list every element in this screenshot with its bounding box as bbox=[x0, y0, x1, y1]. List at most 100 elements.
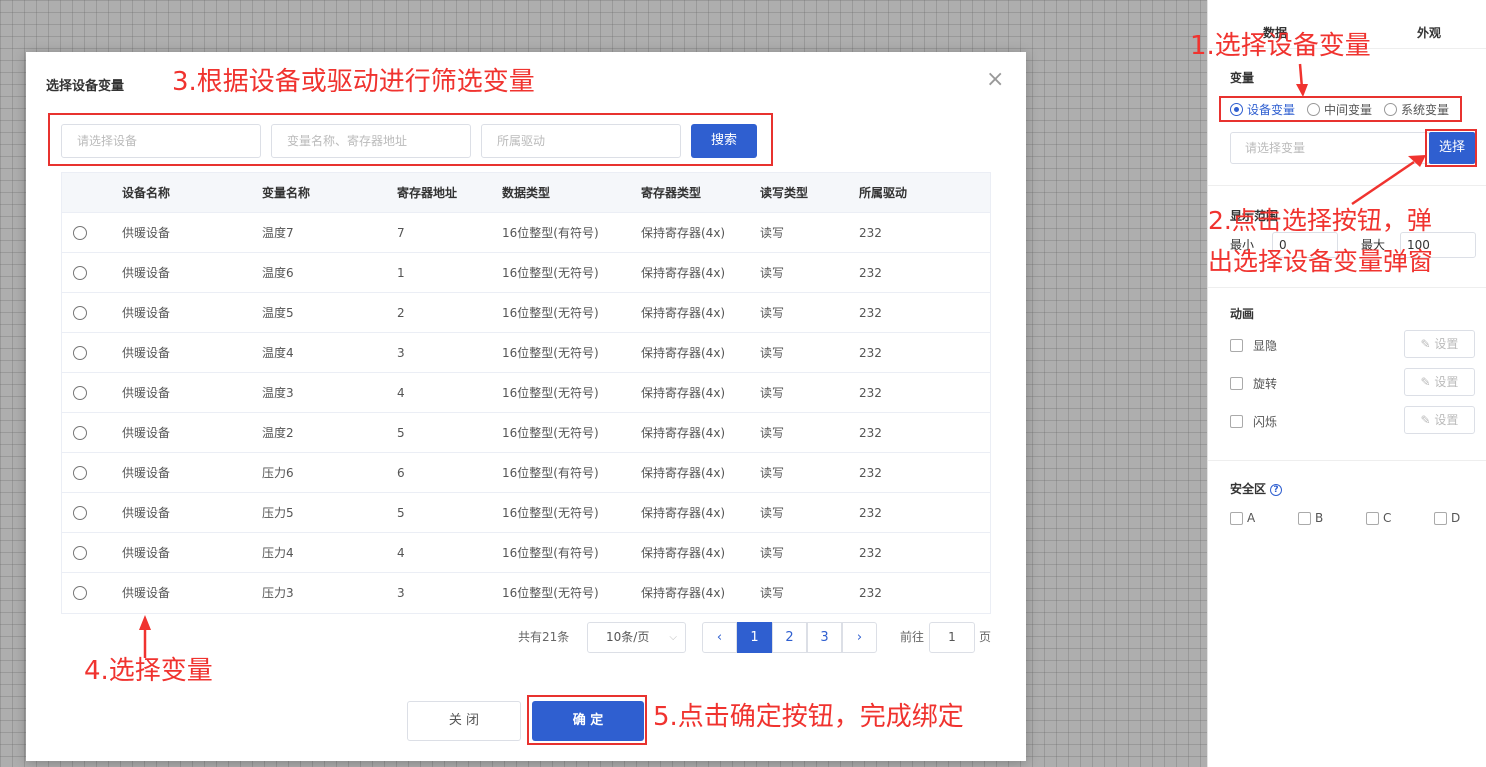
checkbox-icon[interactable] bbox=[1230, 377, 1243, 390]
page-1-button[interactable]: 1 bbox=[737, 622, 772, 653]
variable-table: 设备名称 变量名称 寄存器地址 数据类型 寄存器类型 读写类型 所属驱动 供暖设备 温度7 7 1… bbox=[61, 172, 991, 614]
table-cell: 读写 bbox=[760, 506, 785, 520]
row-radio-icon[interactable] bbox=[73, 506, 87, 520]
annotation-box-select bbox=[1425, 129, 1477, 167]
safe-zone-options: A B C D bbox=[1230, 511, 1486, 525]
safe-option-c[interactable]: C bbox=[1366, 511, 1434, 525]
table-row[interactable]: 供暖设备 温度3 4 16位整型(无符号) 保持寄存器(4x) 读写 232 bbox=[62, 373, 990, 413]
table-row[interactable]: 供暖设备 温度6 1 16位整型(无符号) 保持寄存器(4x) 读写 232 bbox=[62, 253, 990, 293]
annotation-step2-line2: 出选择设备变量弹窗 bbox=[1208, 247, 1434, 276]
table-cell: 232 bbox=[859, 466, 882, 480]
table-row[interactable]: 供暖设备 温度4 3 16位整型(无符号) 保持寄存器(4x) 读写 232 bbox=[62, 333, 990, 373]
table-cell: 压力5 bbox=[262, 506, 294, 520]
column-header: 数据类型 bbox=[502, 186, 551, 200]
table-cell: 3 bbox=[397, 346, 405, 360]
checkbox-icon[interactable] bbox=[1366, 511, 1379, 525]
table-cell: 232 bbox=[859, 546, 882, 560]
table-cell: 16位整型(无符号) bbox=[502, 346, 599, 360]
checkbox-icon[interactable] bbox=[1230, 339, 1243, 352]
column-header: 所属驱动 bbox=[859, 186, 908, 200]
help-icon[interactable]: ? bbox=[1270, 483, 1283, 496]
table-cell: 232 bbox=[859, 266, 882, 280]
checkbox-icon[interactable] bbox=[1298, 511, 1311, 525]
table-row[interactable]: 供暖设备 温度2 5 16位整型(无符号) 保持寄存器(4x) 读写 232 bbox=[62, 413, 990, 453]
table-cell: 读写 bbox=[760, 306, 785, 320]
table-cell: 温度6 bbox=[262, 266, 294, 280]
table-row[interactable]: 供暖设备 压力3 3 16位整型(无符号) 保持寄存器(4x) 读写 232 bbox=[62, 573, 990, 613]
goto-page-input[interactable]: 1 bbox=[929, 622, 975, 653]
table-cell: 7 bbox=[397, 226, 405, 240]
column-header: 设备名称 bbox=[122, 186, 171, 200]
row-radio-icon[interactable] bbox=[73, 586, 87, 600]
animation-section-title: 动画 bbox=[1230, 307, 1255, 321]
blink-settings-button[interactable]: ✎ 设置 bbox=[1404, 406, 1475, 434]
row-radio-icon[interactable] bbox=[73, 466, 87, 480]
table-cell: 16位整型(有符号) bbox=[502, 226, 599, 240]
row-radio-icon[interactable] bbox=[73, 386, 87, 400]
safe-option-b[interactable]: B bbox=[1298, 511, 1366, 525]
table-cell: 16位整型(无符号) bbox=[502, 506, 599, 520]
table-row[interactable]: 供暖设备 温度7 7 16位整型(有符号) 保持寄存器(4x) 读写 232 bbox=[62, 213, 990, 253]
checkbox-icon[interactable] bbox=[1230, 511, 1243, 525]
tab-appearance[interactable]: 外观 bbox=[1417, 24, 1441, 41]
row-radio-icon[interactable] bbox=[73, 346, 87, 360]
annotation-step3: 3.根据设备或驱动进行筛选变量 bbox=[172, 67, 535, 97]
column-header: 寄存器类型 bbox=[641, 186, 702, 200]
close-button[interactable]: 关 闭 bbox=[407, 701, 521, 741]
checkbox-icon[interactable] bbox=[1230, 415, 1243, 428]
prev-page-button[interactable]: ‹ bbox=[702, 622, 737, 653]
table-header: 设备名称 变量名称 寄存器地址 数据类型 寄存器类型 读写类型 所属驱动 bbox=[62, 173, 990, 213]
table-cell: 供暖设备 bbox=[122, 226, 171, 240]
row-radio-icon[interactable] bbox=[73, 266, 87, 280]
table-cell: 读写 bbox=[760, 546, 785, 560]
section-divider bbox=[1208, 185, 1486, 186]
row-radio-icon[interactable] bbox=[73, 306, 87, 320]
table-cell: 16位整型(无符号) bbox=[502, 306, 599, 320]
table-cell: 232 bbox=[859, 506, 882, 520]
table-cell: 保持寄存器(4x) bbox=[641, 466, 726, 480]
row-radio-icon[interactable] bbox=[73, 426, 87, 440]
annotation-box-confirm bbox=[527, 695, 647, 745]
table-row[interactable]: 供暖设备 压力5 5 16位整型(无符号) 保持寄存器(4x) 读写 232 bbox=[62, 493, 990, 533]
page-2-button[interactable]: 2 bbox=[772, 622, 807, 653]
visibility-settings-button[interactable]: ✎ 设置 bbox=[1404, 330, 1475, 358]
table-cell: 16位整型(有符号) bbox=[502, 546, 599, 560]
checkbox-icon[interactable] bbox=[1434, 511, 1447, 525]
table-cell: 保持寄存器(4x) bbox=[641, 386, 726, 400]
page-size-select[interactable]: 10条/页 ⌵ bbox=[587, 622, 686, 653]
table-cell: 读写 bbox=[760, 386, 785, 400]
table-cell: 供暖设备 bbox=[122, 266, 171, 280]
table-cell: 5 bbox=[397, 506, 405, 520]
table-cell: 压力4 bbox=[262, 546, 294, 560]
page-3-button[interactable]: 3 bbox=[807, 622, 842, 653]
table-cell: 读写 bbox=[760, 346, 785, 360]
table-cell: 5 bbox=[397, 426, 405, 440]
table-cell: 3 bbox=[397, 586, 405, 600]
table-row[interactable]: 供暖设备 压力6 6 16位整型(有符号) 保持寄存器(4x) 读写 232 bbox=[62, 453, 990, 493]
table-cell: 供暖设备 bbox=[122, 506, 171, 520]
column-header: 变量名称 bbox=[262, 186, 311, 200]
column-header: 读写类型 bbox=[760, 186, 809, 200]
variable-input[interactable]: 请选择变量 bbox=[1230, 132, 1430, 164]
table-cell: 232 bbox=[859, 586, 882, 600]
safe-option-a[interactable]: A bbox=[1230, 511, 1298, 525]
table-cell: 232 bbox=[859, 426, 882, 440]
row-radio-icon[interactable] bbox=[73, 546, 87, 560]
row-radio-icon[interactable] bbox=[73, 226, 87, 240]
animation-visibility[interactable]: 显隐 bbox=[1230, 337, 1277, 354]
table-cell: 6 bbox=[397, 466, 405, 480]
next-page-button[interactable]: › bbox=[842, 622, 877, 653]
table-cell: 16位整型(无符号) bbox=[502, 426, 599, 440]
table-cell: 温度3 bbox=[262, 386, 294, 400]
section-divider bbox=[1208, 287, 1486, 288]
close-icon[interactable]: × bbox=[986, 68, 1004, 92]
animation-blink[interactable]: 闪烁 bbox=[1230, 413, 1277, 430]
table-cell: 4 bbox=[397, 546, 405, 560]
table-cell: 读写 bbox=[760, 226, 785, 240]
table-row[interactable]: 供暖设备 压力4 4 16位整型(有符号) 保持寄存器(4x) 读写 232 bbox=[62, 533, 990, 573]
animation-rotate[interactable]: 旋转 bbox=[1230, 375, 1277, 392]
table-row[interactable]: 供暖设备 温度5 2 16位整型(无符号) 保持寄存器(4x) 读写 232 bbox=[62, 293, 990, 333]
rotate-settings-button[interactable]: ✎ 设置 bbox=[1404, 368, 1475, 396]
safe-option-d[interactable]: D bbox=[1434, 511, 1486, 525]
table-cell: 供暖设备 bbox=[122, 426, 171, 440]
